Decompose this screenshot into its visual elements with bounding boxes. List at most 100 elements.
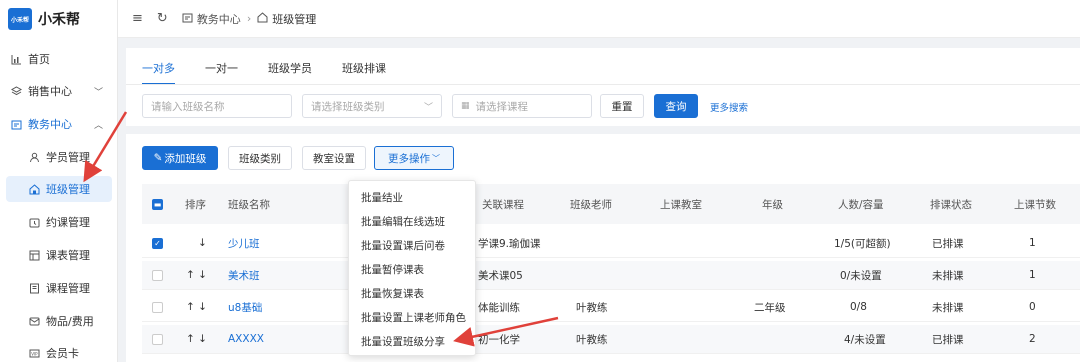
class-icon	[257, 11, 268, 26]
sort-up-down-icon[interactable]: ↑ ↓	[186, 293, 207, 321]
class-icon	[28, 183, 40, 195]
sidebar-item-academic[interactable]: 教务中心 ︿	[0, 111, 117, 137]
sidebar-item-label: 班级管理	[46, 183, 90, 196]
class-name-input[interactable]: 请输入班级名称	[142, 94, 292, 118]
filter-card: 一对多 一对一 班级学员 班级排课 请输入班级名称 请选择班级类别 ﹀ ▦ 请选…	[126, 48, 1080, 126]
header-course: 关联课程	[482, 198, 524, 211]
sidebar-item-timetable[interactable]: 课表管理	[0, 242, 117, 268]
status-cell: 未排课	[932, 269, 964, 282]
menu-item-batch-teacher-role[interactable]: 批量设置上课老师角色	[361, 310, 466, 325]
class-name-placeholder: 请输入班级名称	[151, 100, 225, 113]
sidebar-item-booking[interactable]: 约课管理	[0, 209, 117, 235]
class-name-link[interactable]: 少儿班	[228, 229, 260, 257]
breadcrumb-parent[interactable]: 教务中心	[197, 11, 241, 27]
sidebar-item-courses[interactable]: 课程管理	[0, 275, 117, 301]
sidebar-item-label: 销售中心	[28, 85, 72, 98]
table-row[interactable]: ✓ ↓ 少儿班 学课9.瑜伽课 1/5(可超额) 已排课 1	[142, 229, 1080, 258]
sidebar-item-sales[interactable]: 销售中心 ﹀	[0, 78, 117, 104]
sidebar-item-label: 首页	[28, 53, 50, 66]
grade-cell: 二年级	[754, 301, 786, 314]
class-type-select[interactable]: 请选择班级类别 ﹀	[302, 94, 442, 118]
table-row[interactable]: ↑ ↓ AXXXX 初一化学 叶教练 4/未设置 已排课 2	[142, 325, 1080, 354]
sort-up-down-icon[interactable]: ↑ ↓	[186, 325, 207, 353]
course-cell: 美术课05	[478, 269, 523, 282]
add-class-label: 添加班级	[164, 152, 207, 165]
menu-icon[interactable]: ≡	[132, 11, 143, 26]
class-type-placeholder: 请选择班级类别	[311, 100, 385, 113]
menu-item-batch-resume[interactable]: 批量恢复课表	[361, 286, 424, 301]
menu-item-batch-questionnaire[interactable]: 批量设置课后问卷	[361, 238, 445, 253]
menu-item-batch-pause[interactable]: 批量暂停课表	[361, 262, 424, 277]
count-cell: 1/5(可超额)	[834, 237, 891, 250]
tab-one-to-many[interactable]: 一对多	[142, 60, 175, 85]
menu-item-batch-class-share[interactable]: 批量设置班级分享	[361, 334, 445, 349]
sidebar-item-students[interactable]: 学员管理	[0, 144, 117, 170]
count-cell: 4/未设置	[844, 333, 886, 346]
header-classroom: 上课教室	[660, 198, 702, 211]
row-checkbox[interactable]	[152, 301, 163, 313]
topbar: ≡ ↻ 教务中心 › 班级管理	[118, 0, 1080, 38]
header-teacher: 班级老师	[570, 198, 612, 211]
add-class-button[interactable]: ✎ 添加班级	[142, 146, 218, 170]
mail-icon	[28, 315, 40, 327]
chevron-right-icon: ›	[246, 12, 252, 25]
select-all-checkbox[interactable]: ▬	[152, 198, 163, 210]
chart-icon	[10, 53, 22, 65]
sort-down-icon[interactable]: ↓	[198, 229, 207, 257]
header-count: 人数/容量	[838, 198, 884, 211]
course-cell: 体能训练	[478, 301, 520, 314]
course-select[interactable]: ▦ 请选择课程	[452, 94, 592, 118]
svg-text:VIP: VIP	[31, 351, 38, 356]
more-ops-button[interactable]: 更多操作 ﹀	[374, 146, 454, 170]
tab-class-students[interactable]: 班级学员	[268, 60, 312, 84]
chevron-down-icon: ﹀	[423, 102, 433, 113]
sort-up-down-icon[interactable]: ↑ ↓	[186, 261, 207, 289]
class-type-button[interactable]: 班级类别	[228, 146, 292, 170]
layers-icon	[10, 85, 22, 97]
chevron-down-icon: ﹀	[93, 87, 103, 98]
count-cell: 0/未设置	[840, 269, 882, 282]
users-icon	[28, 151, 40, 163]
teacher-cell: 叶教练	[576, 333, 608, 346]
sidebar-item-member-card[interactable]: VIP 会员卡	[0, 340, 117, 362]
tab-one-to-one[interactable]: 一对一	[205, 60, 238, 84]
school-icon	[10, 118, 22, 130]
refresh-icon[interactable]: ↻	[157, 11, 168, 26]
class-name-link[interactable]: u8基础	[228, 293, 262, 321]
breadcrumb: 教务中心 › 班级管理	[182, 11, 316, 27]
class-name-link[interactable]: 美术班	[228, 261, 260, 289]
tabs-divider	[126, 84, 1080, 85]
sidebar-item-home[interactable]: 首页	[0, 46, 117, 72]
class-name-link[interactable]: AXXXX	[228, 325, 264, 353]
sidebar-item-classes[interactable]: 班级管理	[6, 176, 112, 202]
row-checkbox[interactable]: ✓	[152, 237, 163, 249]
more-search-link[interactable]: 更多搜索	[710, 100, 748, 114]
menu-item-batch-online-select[interactable]: 批量编辑在线选班	[361, 214, 445, 229]
table-card: ✎ 添加班级 班级类别 教室设置 更多操作 ﹀ ▬ 排序 班级名称 关联课程 班…	[126, 134, 1080, 362]
calendar-icon	[28, 216, 40, 228]
menu-item-batch-graduate[interactable]: 批量结业	[361, 190, 403, 205]
course-cell: 初一化学	[478, 333, 520, 346]
reset-button[interactable]: 重置	[600, 94, 644, 118]
chevron-down-icon: ﹀	[432, 153, 440, 163]
lessons-cell: 1	[1029, 237, 1036, 249]
query-button[interactable]: 查询	[654, 94, 698, 118]
sidebar-item-label: 物品/费用	[46, 315, 94, 328]
lessons-cell: 2	[1029, 333, 1036, 345]
tab-class-scheduling[interactable]: 班级排课	[342, 60, 386, 84]
table-row[interactable]: ↑ ↓ 美术班 美术课05 0/未设置 未排课 1	[142, 261, 1080, 290]
sidebar-item-label: 课表管理	[46, 249, 90, 262]
table-header: ▬ 排序 班级名称 关联课程 班级老师 上课教室 年级 人数/容量 排课状态 上…	[142, 184, 1080, 224]
timetable-icon	[28, 249, 40, 261]
row-checkbox[interactable]	[152, 269, 163, 281]
table-row[interactable]: ↑ ↓ u8基础 体能训练 叶教练 二年级 0/8 未排课 0	[142, 293, 1080, 322]
grid-icon: ▦	[461, 101, 470, 111]
logo-badge: 小禾帮	[8, 8, 32, 30]
course-cell: 学课9.瑜伽课	[478, 237, 541, 250]
sidebar-item-goods-fees[interactable]: 物品/费用	[0, 308, 117, 334]
classroom-settings-button[interactable]: 教室设置	[302, 146, 366, 170]
sidebar-item-label: 会员卡	[46, 347, 79, 360]
row-checkbox[interactable]	[152, 333, 163, 345]
app-logo[interactable]: 小禾帮 小禾帮	[8, 8, 80, 30]
book-icon	[28, 282, 40, 294]
